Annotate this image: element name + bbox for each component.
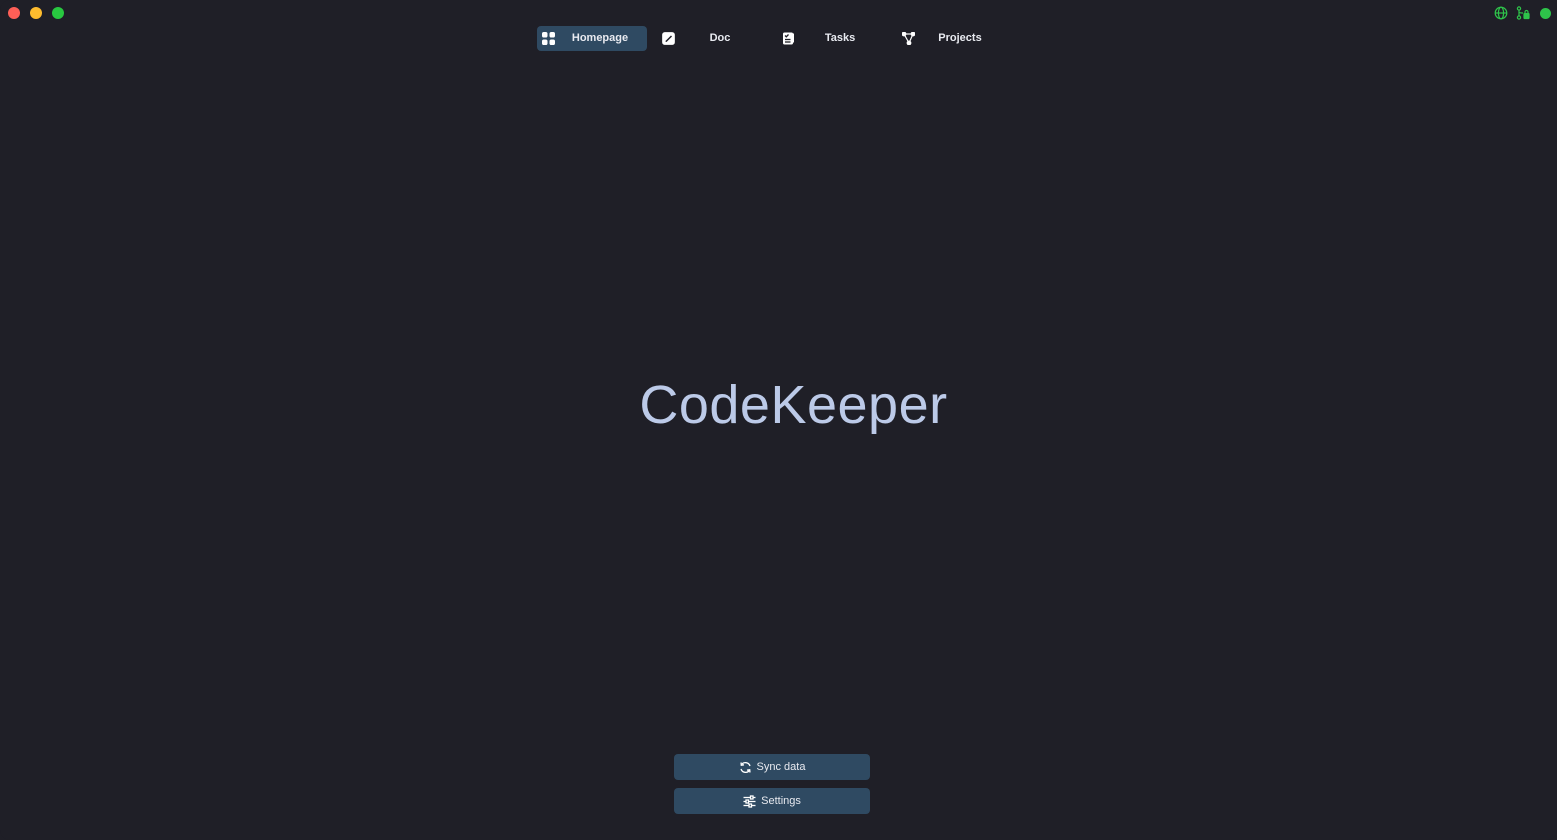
- main-nav: Homepage Doc Tasks Projects: [537, 26, 1017, 51]
- tab-homepage[interactable]: Homepage: [537, 26, 647, 51]
- settings-button[interactable]: Settings: [674, 788, 870, 814]
- close-window-button[interactable]: [8, 7, 20, 19]
- globe-icon[interactable]: [1494, 6, 1508, 20]
- settings-label: Settings: [761, 795, 801, 807]
- tab-doc[interactable]: Doc: [657, 26, 767, 51]
- window-controls: [8, 7, 64, 19]
- tab-projects[interactable]: Projects: [897, 26, 1007, 51]
- tab-tasks[interactable]: Tasks: [777, 26, 887, 51]
- minimize-window-button[interactable]: [30, 7, 42, 19]
- online-status-indicator: [1540, 7, 1551, 19]
- sync-data-label: Sync data: [756, 761, 806, 773]
- tab-tasks-label: Tasks: [824, 32, 856, 44]
- tab-doc-label: Doc: [709, 32, 731, 44]
- sync-data-button[interactable]: Sync data: [674, 754, 870, 780]
- maximize-window-button[interactable]: [52, 7, 64, 19]
- refresh-icon: [739, 761, 752, 774]
- app-title: CodeKeeper: [639, 375, 948, 435]
- branch-lock-icon[interactable]: [1516, 6, 1530, 20]
- tab-projects-label: Projects: [938, 32, 982, 44]
- app-window: Homepage Doc Tasks Projects CodeKeeper S…: [0, 0, 1557, 840]
- status-area: [1494, 6, 1551, 20]
- sliders-icon: [743, 794, 756, 808]
- tab-homepage-label: Homepage: [571, 32, 629, 44]
